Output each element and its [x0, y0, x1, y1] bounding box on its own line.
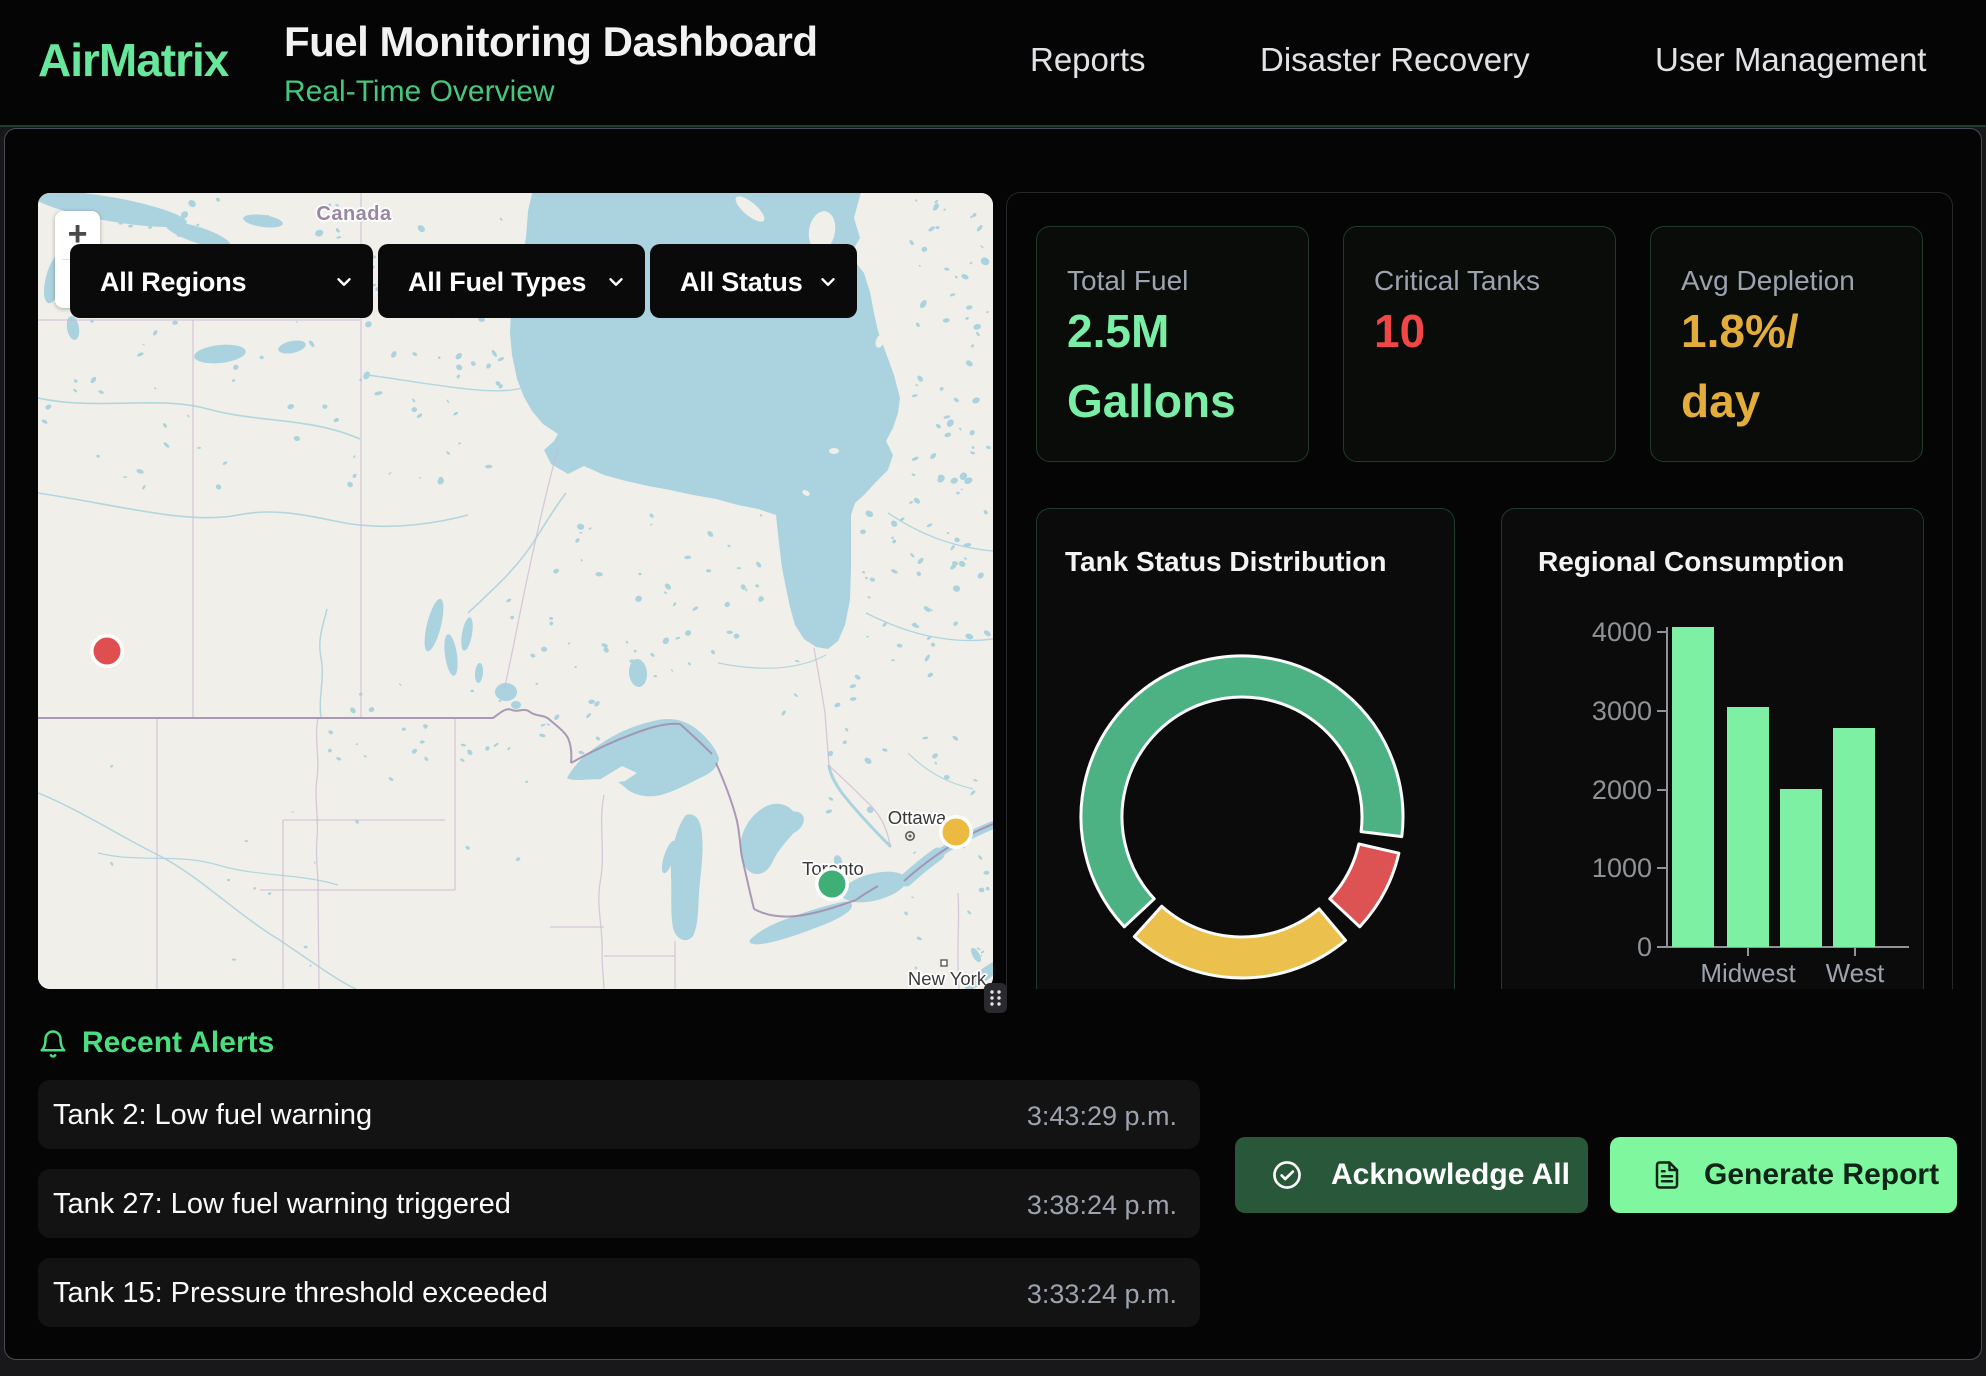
svg-text:1000: 1000	[1592, 853, 1652, 883]
svg-text:Midwest: Midwest	[1700, 958, 1796, 988]
svg-text:Canada: Canada	[316, 203, 392, 225]
svg-text:3000: 3000	[1592, 696, 1652, 726]
svg-text:0: 0	[1637, 932, 1652, 962]
svg-text:West: West	[1826, 958, 1886, 988]
svg-text:2000: 2000	[1592, 775, 1652, 805]
svg-text:4000: 4000	[1592, 617, 1652, 647]
svg-text:New York: New York	[908, 968, 987, 989]
svg-text:Ottawa: Ottawa	[888, 807, 947, 828]
